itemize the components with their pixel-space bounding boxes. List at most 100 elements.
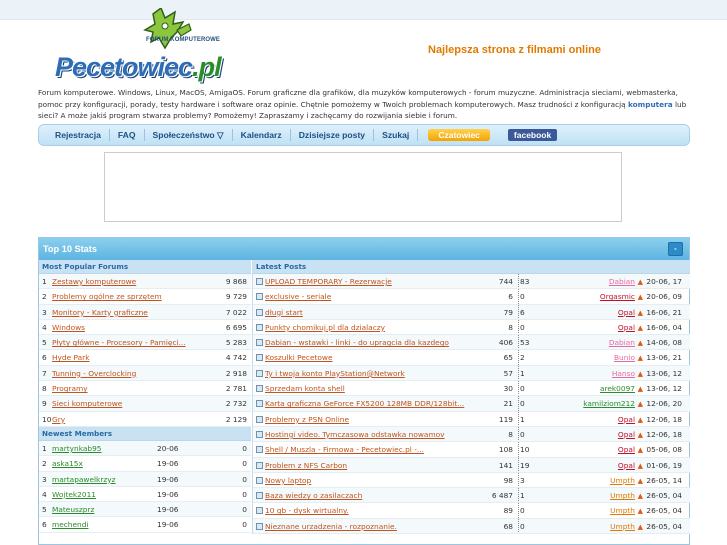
- view-count: 8: [508, 429, 513, 439]
- topic-link[interactable]: Problem z NFS Carbon: [265, 458, 483, 472]
- author-link[interactable]: Umpth: [610, 488, 635, 502]
- author-link[interactable]: Dabian: [609, 274, 635, 288]
- go-to-post-icon[interactable]: ▲: [638, 351, 643, 364]
- post-time: 26-05, 04: [646, 521, 682, 531]
- topic-link[interactable]: Sprzedam konta shell: [265, 381, 483, 395]
- author-link[interactable]: Dabian: [609, 335, 635, 349]
- newest-members-heading: Newest Members: [39, 426, 251, 441]
- divider: [518, 411, 519, 426]
- member-link[interactable]: martynkab95: [52, 441, 102, 455]
- nav-community[interactable]: Społeczeństwo ▽: [145, 129, 233, 141]
- topic-icon: [256, 278, 263, 285]
- forum-link[interactable]: Zestawy komputerowe: [52, 274, 136, 288]
- go-to-post-icon[interactable]: ▲: [638, 382, 643, 395]
- forum-link[interactable]: Płyty główne - Procesory - Pamięci...: [52, 335, 186, 349]
- nav-todays-posts[interactable]: Dzisiejsze posty: [291, 129, 375, 141]
- keyword-link[interactable]: komputera: [628, 100, 673, 109]
- reply-count: 0: [520, 399, 525, 409]
- promo-link[interactable]: Najlepsza strona z filmami online: [428, 44, 601, 56]
- member-link[interactable]: Wojtek2011: [52, 487, 96, 501]
- author-link[interactable]: arek0097: [600, 381, 635, 395]
- nav-calendar[interactable]: Kalendarz: [233, 129, 291, 141]
- author-link[interactable]: Opal: [618, 442, 635, 456]
- forum-link[interactable]: Tunning - Overclocking: [52, 366, 136, 380]
- member-link[interactable]: aska15x: [52, 456, 83, 470]
- reply-count: 83: [520, 277, 530, 286]
- topic-link[interactable]: Nowy laptop: [265, 473, 483, 487]
- go-to-post-icon[interactable]: ▲: [638, 397, 643, 410]
- author-link[interactable]: kamilziom212: [583, 396, 635, 410]
- go-to-post-icon[interactable]: ▲: [638, 443, 643, 456]
- topic-link[interactable]: UPLOAD TEMPORARY - Rezerwacje: [265, 274, 483, 288]
- facebook-button[interactable]: facebook: [507, 129, 558, 141]
- topic-link[interactable]: Nieznane urzadzenia - rozpoznanie.: [265, 519, 483, 533]
- go-to-post-icon[interactable]: ▲: [638, 504, 643, 517]
- topic-link[interactable]: Punkty chomikuj.pl dla dzialaczy: [265, 320, 483, 334]
- author-link[interactable]: Opal: [618, 412, 635, 426]
- collapse-button[interactable]: -: [668, 242, 683, 256]
- forum-link[interactable]: Windows: [52, 320, 85, 334]
- go-to-post-icon[interactable]: ▲: [638, 520, 643, 533]
- member-link[interactable]: mechendi: [52, 517, 88, 531]
- mascot-icon: [143, 8, 192, 50]
- member-link[interactable]: Mateuszprz: [52, 502, 94, 516]
- author-link[interactable]: Opal: [618, 458, 635, 472]
- reply-count: 10: [520, 445, 530, 455]
- go-to-post-icon[interactable]: ▲: [638, 367, 643, 380]
- go-to-post-icon[interactable]: ▲: [638, 275, 643, 288]
- nav-register[interactable]: Rejestracja: [47, 129, 110, 141]
- author-link[interactable]: Bunio: [614, 350, 635, 364]
- chat-button[interactable]: Czatowiec: [428, 129, 490, 141]
- rank-number: 3: [42, 474, 47, 484]
- author-link[interactable]: Umpth: [610, 473, 635, 487]
- forum-link[interactable]: Monitory - Karty graficzne: [52, 305, 148, 319]
- topic-link[interactable]: 10 gb - dysk wirtualny.: [265, 503, 483, 517]
- nav-faq[interactable]: FAQ: [110, 129, 145, 141]
- topic-link[interactable]: Karta graficzna GeForce FX5200 128MB DDR…: [265, 396, 483, 410]
- topic-link[interactable]: Hostingi video. Tymczasowa odstawka nowa…: [265, 427, 483, 441]
- author-link[interactable]: Orgasmic: [600, 289, 635, 303]
- topic-link[interactable]: Dabian - wstawki - linki - do upragcia d…: [265, 335, 483, 349]
- go-to-post-icon[interactable]: ▲: [638, 489, 643, 502]
- table-row: 2 aska15x 19-06 0: [39, 456, 251, 472]
- topic-link[interactable]: Koszulki Pecetowe: [265, 350, 483, 364]
- author-link[interactable]: Opal: [618, 320, 635, 334]
- author-link[interactable]: Umpth: [610, 503, 635, 517]
- site-logo[interactable]: FORUM KOMPUTEROWE Pecetowiec.pl: [52, 8, 227, 82]
- rank-number: 4: [42, 489, 47, 499]
- topic-link[interactable]: Baza wiedzy o zasilaczach: [265, 488, 483, 502]
- go-to-post-icon[interactable]: ▲: [638, 474, 643, 487]
- view-count: 141: [498, 460, 513, 470]
- forum-link[interactable]: Programy: [52, 381, 88, 395]
- topic-icon: [256, 492, 263, 500]
- topic-icon: [256, 400, 263, 408]
- forum-link[interactable]: Sieci komputerowe: [52, 396, 122, 410]
- go-to-post-icon[interactable]: ▲: [638, 321, 643, 334]
- topic-link[interactable]: Ty i twoja konto PlayStation@Network: [265, 366, 483, 380]
- go-to-post-icon[interactable]: ▲: [638, 290, 643, 303]
- forum-link[interactable]: Hyde Park: [52, 350, 90, 364]
- left-column: Most Popular Forums 1 Zestawy komputerowe…: [39, 260, 251, 533]
- nav-search[interactable]: Szukaj: [374, 129, 419, 141]
- forum-link[interactable]: Gry: [52, 412, 65, 426]
- divider: [518, 488, 519, 503]
- go-to-post-icon[interactable]: ▲: [638, 306, 643, 319]
- topic-link[interactable]: exclusive - seriale: [265, 289, 483, 303]
- go-to-post-icon[interactable]: ▲: [638, 428, 643, 441]
- topic-link[interactable]: Shell / Muszla - Firmowa - Pecetowiec.pl…: [265, 442, 483, 456]
- logo-wordmark: Pecetowiec.pl: [55, 52, 222, 82]
- topic-link[interactable]: Problemy z PSN Online: [265, 412, 483, 426]
- table-row: Baza wiedzy o zasilaczach 6 487 1 Umpth ▲ 26-…: [253, 488, 690, 504]
- author-link[interactable]: Opal: [618, 427, 635, 441]
- table-row: 1 martynkab95 20-06 0: [39, 440, 251, 457]
- author-link[interactable]: Hanso: [612, 366, 635, 380]
- post-count: 5 283: [225, 338, 247, 348]
- forum-link[interactable]: Problemy ogólne ze sprzętem: [52, 289, 162, 303]
- author-link[interactable]: Umpth: [610, 519, 635, 533]
- member-link[interactable]: martapawelkrzyz: [52, 472, 116, 486]
- go-to-post-icon[interactable]: ▲: [638, 459, 643, 472]
- go-to-post-icon[interactable]: ▲: [638, 413, 643, 426]
- author-link[interactable]: Opal: [618, 305, 635, 319]
- topic-link[interactable]: długi start: [265, 305, 483, 319]
- go-to-post-icon[interactable]: ▲: [638, 336, 643, 349]
